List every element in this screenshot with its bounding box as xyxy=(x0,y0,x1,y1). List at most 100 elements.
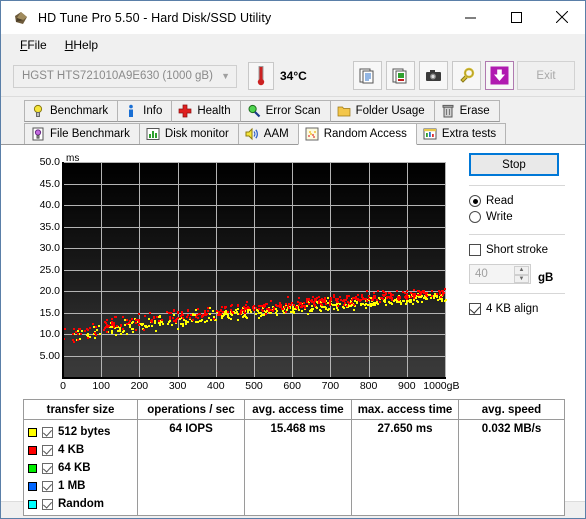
chart-data-point xyxy=(272,308,275,311)
chart-data-point xyxy=(108,325,111,328)
random-access-panel: 5.00 10.0 15.0 20.0 25.0 30.0 35.0 40.0 45.0 50.0… xyxy=(1,144,585,516)
chart-data-point xyxy=(176,311,179,314)
chart-x-tick-label: 800 xyxy=(359,380,378,392)
chart-data-point xyxy=(356,302,359,305)
checkbox-short-stroke[interactable]: Short stroke xyxy=(469,242,565,258)
chart-data-point xyxy=(266,303,269,306)
tab-folder-usage[interactable]: Folder Usage xyxy=(329,100,435,122)
close-button[interactable] xyxy=(539,1,585,33)
chart-data-point xyxy=(227,311,230,313)
menu-help[interactable]: HHelp xyxy=(56,36,107,54)
chart-data-point xyxy=(441,293,444,296)
chart-data-point xyxy=(114,333,117,336)
scatter-icon xyxy=(305,127,319,141)
chart-data-point xyxy=(390,299,393,301)
chart-data-point xyxy=(320,310,323,313)
chart-data-point xyxy=(219,309,222,312)
chart-data-point xyxy=(345,298,348,301)
chart-data-point xyxy=(250,311,252,314)
chart-data-point xyxy=(310,310,313,313)
tab-error-scan[interactable]: Error Scan xyxy=(239,100,331,122)
radio-write[interactable]: Write xyxy=(469,209,565,225)
chart-data-point xyxy=(158,324,161,327)
copy-image-icon[interactable] xyxy=(386,61,415,90)
chart-data-point xyxy=(342,304,345,307)
radio-read-icon xyxy=(469,195,481,207)
short-stroke-input[interactable]: 40 ▲ ▼ xyxy=(469,264,531,284)
chart-data-point xyxy=(365,306,368,309)
stop-button[interactable]: Stop xyxy=(469,153,559,176)
chart-data-point xyxy=(137,312,140,315)
chart-data-point xyxy=(423,291,426,294)
chart-y-tick-label: 20.0 xyxy=(39,285,60,297)
chart-y-axis-labels: 5.00 10.0 15.0 20.0 25.0 30.0 35.0 40.0 45.0 50.0 xyxy=(28,153,60,392)
chart-data-point xyxy=(246,311,249,314)
checkbox-4kb-align[interactable]: 4 KB align xyxy=(469,301,565,317)
chart-data-point xyxy=(317,302,320,305)
legend-item[interactable]: Random xyxy=(28,495,137,513)
tab-health[interactable]: Health xyxy=(171,100,241,122)
tab-extra-tests[interactable]: Extra tests xyxy=(415,123,507,145)
align-label: 4 KB align xyxy=(486,303,539,315)
window-controls xyxy=(447,1,585,33)
legend-checkbox[interactable] xyxy=(42,426,53,438)
tab-erase[interactable]: Erase xyxy=(433,100,500,122)
value-avg-speed: 0.032 MB/s xyxy=(481,423,542,435)
chart-data-point xyxy=(119,333,122,335)
chart-data-point xyxy=(111,329,114,332)
chart-data-point xyxy=(328,303,331,306)
legend-color-swatch xyxy=(28,427,37,437)
chart-data-point xyxy=(87,328,90,331)
tab-aam[interactable]: AAM xyxy=(237,123,299,145)
header-transfer-size: transfer size xyxy=(24,400,138,419)
chart-x-tick-label: 600 xyxy=(283,380,301,392)
tab-random-access[interactable]: Random Access xyxy=(297,123,417,145)
legend-item[interactable]: 64 KB xyxy=(28,459,137,477)
spin-up-icon[interactable]: ▲ xyxy=(514,266,529,275)
red-cross-icon xyxy=(178,104,192,118)
chart-y-tick-label: 5.00 xyxy=(39,349,60,362)
chart-data-point xyxy=(279,304,282,307)
minimize-button[interactable] xyxy=(447,1,493,33)
chart-x-tick-label: 300 xyxy=(168,380,187,392)
legend-item[interactable]: 4 KB xyxy=(28,441,137,459)
camera-icon[interactable] xyxy=(419,61,448,90)
legend-item[interactable]: 512 bytes xyxy=(28,423,137,441)
radio-read[interactable]: Read xyxy=(469,193,565,209)
chart-data-point xyxy=(122,327,125,330)
toolbar-buttons xyxy=(353,61,514,90)
radio-write-label: Write xyxy=(486,211,513,223)
chart-data-point xyxy=(95,328,98,331)
chart-data-point xyxy=(307,312,310,315)
drive-select[interactable]: HGST HTS721010A9E630 (1000 gB) ▼ xyxy=(13,64,237,88)
download-arrow-icon[interactable] xyxy=(485,61,514,90)
maximize-button[interactable] xyxy=(493,1,539,33)
legend-checkbox[interactable] xyxy=(42,462,53,474)
thermometer-icon xyxy=(257,66,265,86)
exit-button[interactable]: Exit xyxy=(517,61,575,90)
chart-data-point xyxy=(229,317,232,320)
chart-data-point xyxy=(187,321,189,324)
chart-data-point xyxy=(368,295,371,298)
legend-item[interactable]: 1 MB xyxy=(28,477,137,495)
tab-info[interactable]: Info xyxy=(117,100,173,122)
tab-health-label: Health xyxy=(197,105,231,117)
tab-benchmark[interactable]: Benchmark xyxy=(24,100,119,122)
spin-down-icon[interactable]: ▼ xyxy=(514,274,529,283)
chart-data-point xyxy=(287,304,290,307)
copy-document-icon[interactable] xyxy=(353,61,382,90)
plug-icon[interactable] xyxy=(452,61,481,90)
header-max-access-time: max. access time xyxy=(352,400,459,419)
chart-data-point xyxy=(196,317,199,319)
chart-gridline-v xyxy=(445,162,446,377)
chart-data-point xyxy=(97,324,100,327)
tab-file-benchmark[interactable]: File Benchmark xyxy=(24,123,140,145)
legend-label: 512 bytes xyxy=(58,426,111,438)
menu-file[interactable]: FFile xyxy=(11,36,56,54)
chart-data-point xyxy=(196,307,199,310)
short-stroke-stepper[interactable]: ▲ ▼ xyxy=(514,266,529,283)
legend-checkbox[interactable] xyxy=(42,444,53,456)
legend-checkbox[interactable] xyxy=(42,480,53,492)
legend-checkbox[interactable] xyxy=(42,498,53,510)
tab-disk-monitor[interactable]: Disk monitor xyxy=(138,123,239,145)
